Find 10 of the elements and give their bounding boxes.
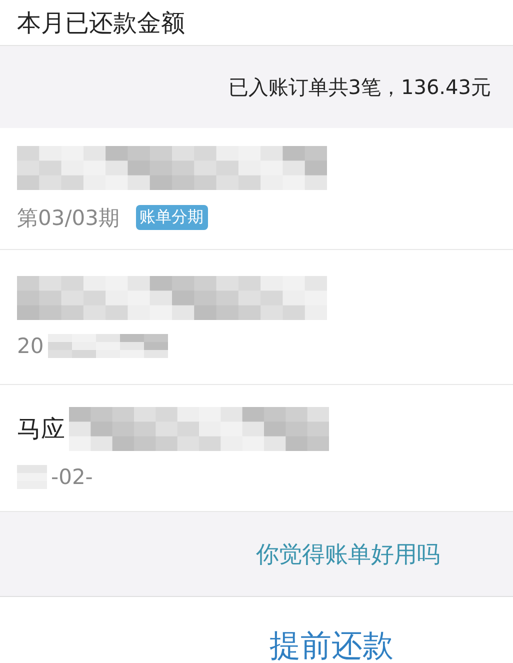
section-title: 本月已还款金额 bbox=[17, 8, 185, 38]
order-title: 马应 bbox=[17, 414, 65, 445]
order-date: 第03/03期 bbox=[17, 204, 120, 232]
prepay-button[interactable]: 提前还款 bbox=[270, 628, 394, 663]
order-summary: 已入账订单共3笔，136.43元 bbox=[228, 74, 491, 100]
order-date: 20 bbox=[17, 334, 44, 358]
installment-tag: 账单分期 bbox=[136, 205, 208, 230]
feedback-link[interactable]: 你觉得账单好用吗 bbox=[256, 538, 440, 570]
order-date: -02- bbox=[51, 465, 93, 489]
redaction-mosaic bbox=[17, 465, 47, 489]
